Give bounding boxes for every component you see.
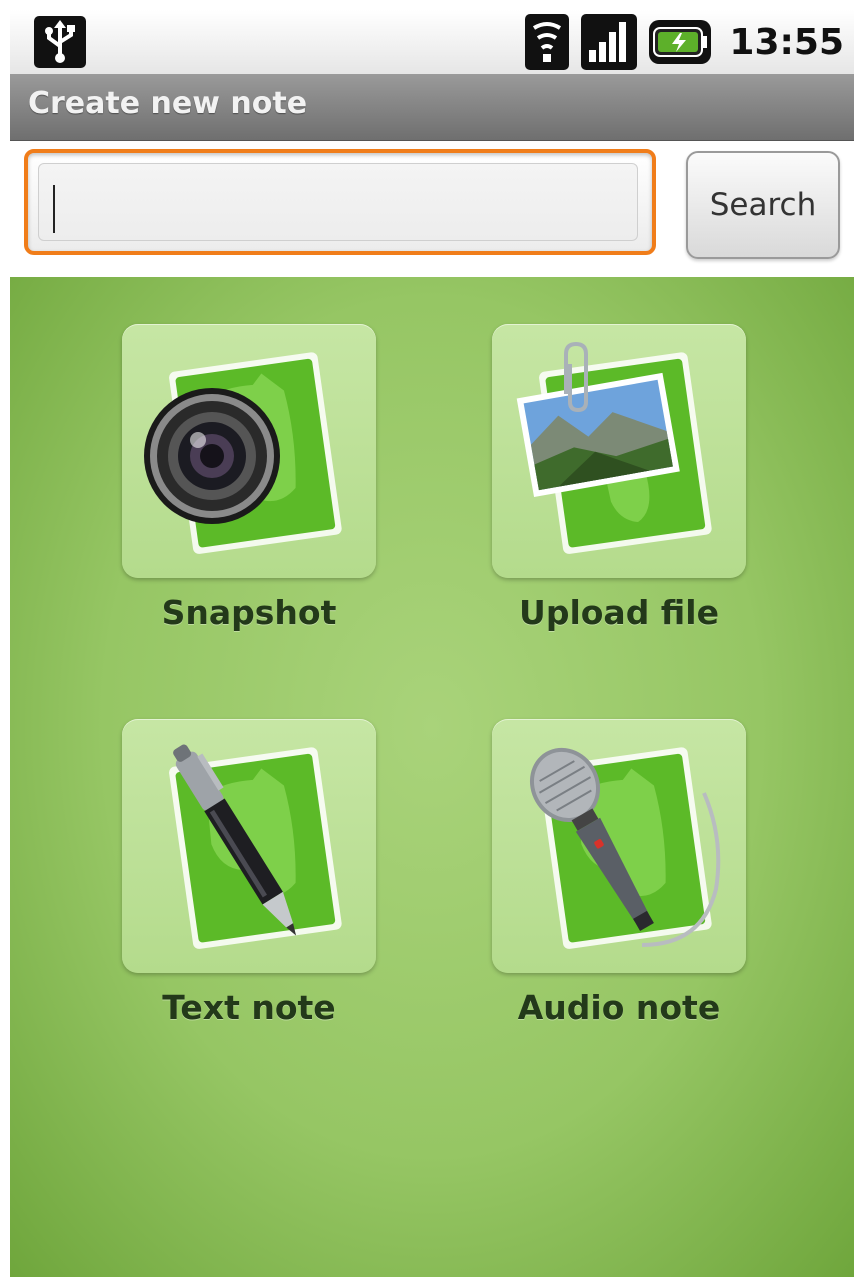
audio-note-label: Audio note bbox=[517, 988, 721, 1027]
pen-icon bbox=[169, 744, 342, 949]
search-row: Search bbox=[10, 141, 854, 277]
page-title: Create new note bbox=[28, 86, 308, 121]
microphone-icon bbox=[529, 747, 721, 949]
battery-icon bbox=[649, 20, 712, 64]
photo-attachment-icon bbox=[516, 341, 712, 554]
title-bar: Create new note bbox=[10, 74, 854, 141]
upload-file-label: Upload file bbox=[519, 593, 719, 632]
note-type-grid: Snapshot Upload file Text note Audio not… bbox=[10, 277, 854, 1277]
audio-note-tile[interactable] bbox=[492, 719, 746, 973]
snapshot-tile[interactable] bbox=[122, 324, 376, 578]
search-input[interactable] bbox=[38, 163, 638, 241]
upload-file-tile[interactable] bbox=[492, 324, 746, 578]
search-field-frame bbox=[24, 149, 656, 255]
text-caret bbox=[53, 185, 55, 233]
status-bar: 13:55 bbox=[10, 10, 854, 74]
text-note-label: Text note bbox=[162, 988, 336, 1027]
status-right: 13:55 bbox=[525, 10, 844, 74]
search-button[interactable]: Search bbox=[686, 151, 840, 259]
clock-time: 13:55 bbox=[729, 21, 844, 63]
text-note-tile[interactable] bbox=[122, 719, 376, 973]
usb-icon bbox=[34, 16, 86, 68]
wifi-icon bbox=[525, 14, 570, 70]
snapshot-label: Snapshot bbox=[161, 593, 337, 632]
screen: 13:55 Create new note Search Snapshot Up… bbox=[10, 10, 854, 1277]
signal-icon bbox=[581, 14, 638, 70]
camera-icon bbox=[144, 352, 342, 554]
